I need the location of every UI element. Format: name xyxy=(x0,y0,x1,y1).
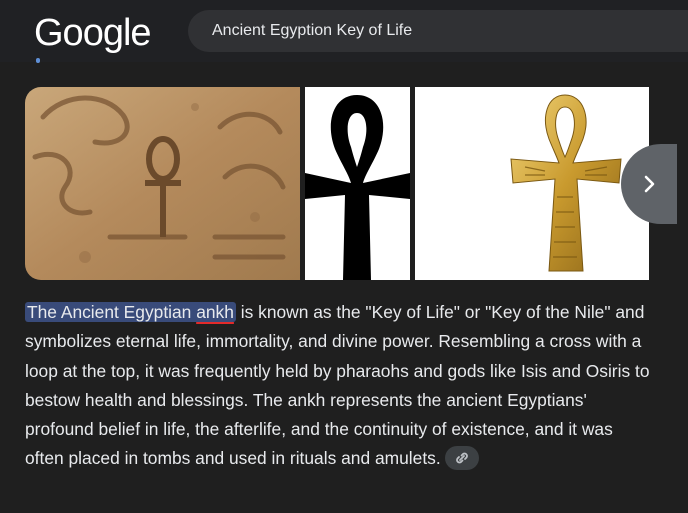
image-black-ankh[interactable] xyxy=(305,87,410,280)
image-hieroglyph-relief[interactable] xyxy=(25,87,300,280)
link-icon xyxy=(455,452,468,464)
black-ankh-image xyxy=(305,95,410,280)
highlight-text-b: ankh xyxy=(196,302,234,322)
ai-answer-text: The Ancient Egyptian ankh is known as th… xyxy=(25,298,655,474)
result-favicon-icon xyxy=(36,58,40,63)
chevron-right-icon xyxy=(644,175,655,193)
gold-ankh-image xyxy=(510,94,622,272)
image-gold-ankh[interactable] xyxy=(415,87,649,280)
search-box[interactable] xyxy=(188,10,688,52)
hieroglyph-relief-image xyxy=(25,87,300,280)
answer-body: is known as the "Key of Life" or "Key of… xyxy=(25,302,650,469)
search-input[interactable] xyxy=(212,10,672,52)
highlighted-phrase[interactable]: The Ancient Egyptian ankh xyxy=(25,302,236,322)
google-logo[interactable]: Google xyxy=(34,12,152,55)
top-bar: Google xyxy=(0,0,688,62)
highlight-text-a: The Ancient Egyptian xyxy=(27,302,197,322)
source-link-chip[interactable] xyxy=(444,445,479,470)
cut-off-result-header xyxy=(34,58,154,66)
